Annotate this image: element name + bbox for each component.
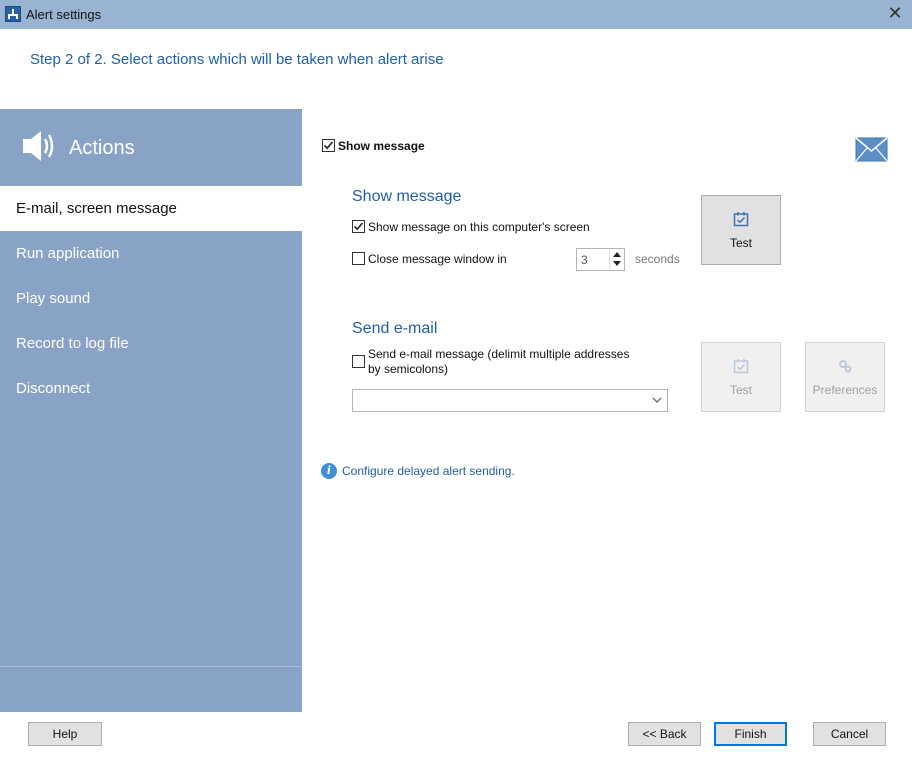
preferences-button[interactable]: Preferences bbox=[805, 342, 885, 412]
test-message-button[interactable]: Test bbox=[701, 195, 781, 265]
send-email-checkbox[interactable] bbox=[352, 355, 365, 368]
sidebar-header: Actions bbox=[0, 109, 302, 186]
app-icon bbox=[5, 6, 21, 22]
chevron-down-icon[interactable] bbox=[651, 394, 663, 406]
sidebar-item-disconnect[interactable]: Disconnect bbox=[0, 366, 302, 411]
send-email-label-line1: Send e-mail message (delimit multiple ad… bbox=[368, 347, 630, 361]
stepper-down-icon[interactable] bbox=[613, 261, 621, 266]
send-email-label-line2: by semicolons) bbox=[368, 362, 449, 376]
stepper-up-icon[interactable] bbox=[613, 252, 621, 257]
test-email-button-label: Test bbox=[729, 383, 752, 397]
gear-icon bbox=[839, 360, 852, 373]
sidebar-item-run-application[interactable]: Run application bbox=[0, 231, 302, 276]
show-on-screen-label: Show message on this computer's screen bbox=[368, 220, 590, 234]
title-bar: Alert settings ✕ bbox=[0, 0, 912, 29]
show-message-section-title: Show message bbox=[352, 188, 462, 205]
show-message-label: Show message bbox=[338, 139, 425, 153]
envelope-icon bbox=[855, 137, 888, 162]
window-title: Alert settings bbox=[26, 7, 102, 22]
back-button[interactable]: << Back bbox=[628, 722, 701, 746]
sidebar-title: Actions bbox=[69, 137, 135, 159]
step-header: Step 2 of 2. Select actions which will b… bbox=[30, 51, 444, 68]
close-icon[interactable]: ✕ bbox=[884, 2, 906, 24]
test-message-button-label: Test bbox=[729, 236, 752, 250]
close-window-checkbox[interactable] bbox=[352, 252, 365, 265]
close-window-label: Close message window in bbox=[368, 252, 507, 266]
calendar-check-icon bbox=[733, 212, 749, 227]
sidebar-item-play-sound[interactable]: Play sound bbox=[0, 276, 302, 321]
preferences-button-label: Preferences bbox=[812, 383, 878, 397]
configure-delayed-alert-link[interactable]: Configure delayed alert sending. bbox=[342, 464, 515, 478]
finish-button[interactable]: Finish bbox=[714, 722, 787, 746]
sidebar: Actions E-mail, screen message Run appli… bbox=[0, 109, 302, 712]
show-on-screen-checkbox[interactable] bbox=[352, 220, 365, 233]
seconds-unit-label: seconds bbox=[635, 252, 680, 266]
test-email-button[interactable]: Test bbox=[701, 342, 781, 412]
help-button[interactable]: Help bbox=[28, 722, 102, 746]
seconds-value: 3 bbox=[581, 253, 588, 267]
show-message-checkbox[interactable] bbox=[322, 139, 335, 152]
seconds-stepper[interactable]: 3 bbox=[576, 248, 625, 271]
calendar-check-icon bbox=[733, 359, 749, 374]
cancel-button[interactable]: Cancel bbox=[813, 722, 886, 746]
sidebar-item-record-to-log-file[interactable]: Record to log file bbox=[0, 321, 302, 366]
sidebar-item-email-screen-message[interactable]: E-mail, screen message bbox=[0, 186, 302, 231]
email-address-combo[interactable] bbox=[352, 389, 668, 412]
send-email-section-title: Send e-mail bbox=[352, 320, 438, 337]
info-icon: i bbox=[321, 463, 337, 479]
stepper-buttons[interactable] bbox=[609, 250, 623, 269]
sidebar-divider bbox=[0, 666, 302, 667]
speaker-icon bbox=[23, 131, 54, 161]
